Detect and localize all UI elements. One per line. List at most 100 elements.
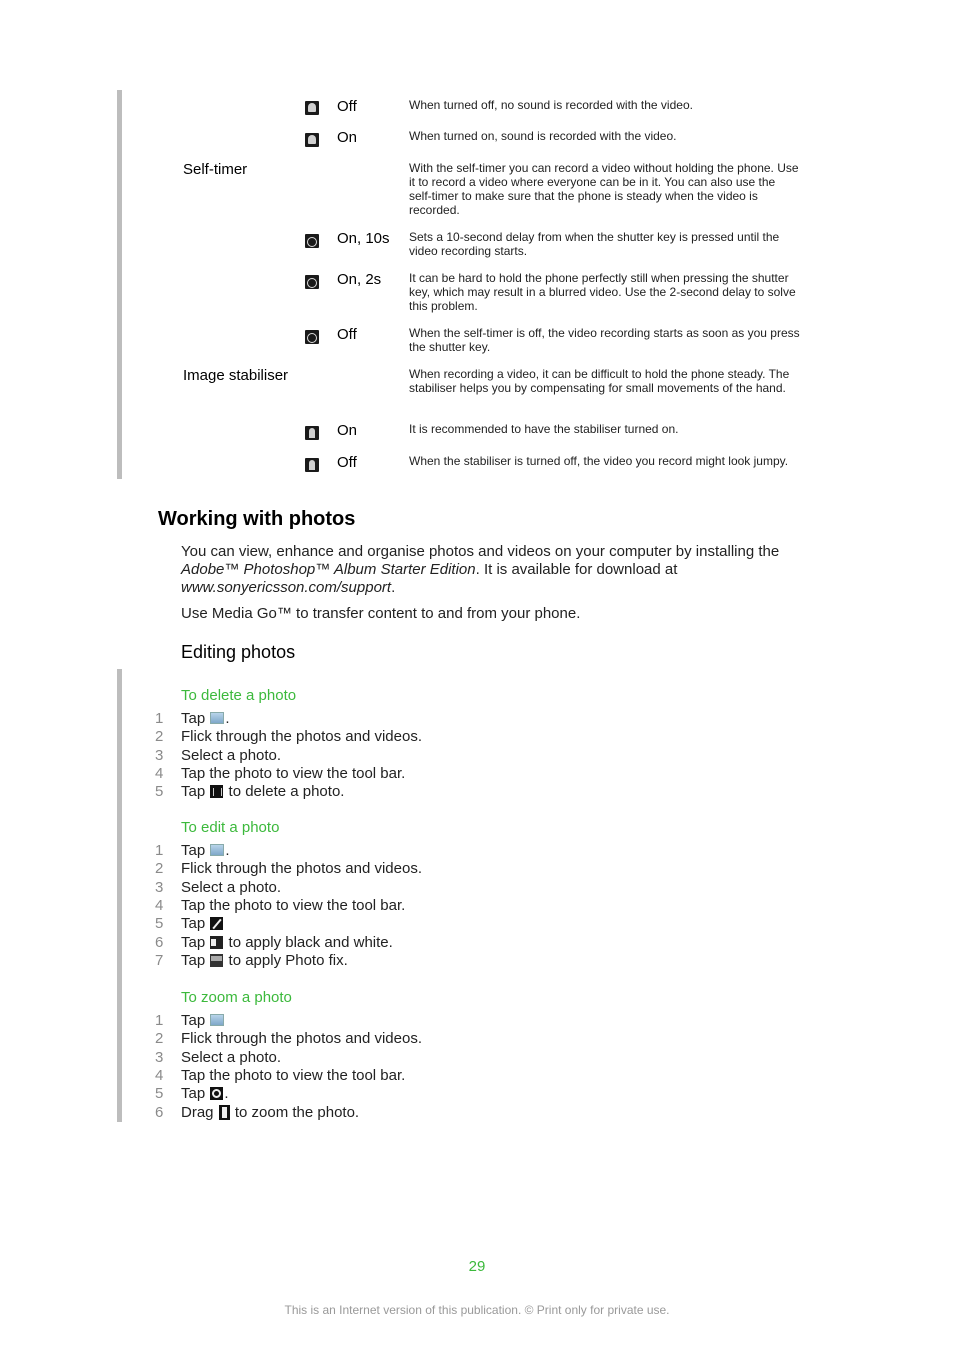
step-number: 3	[155, 1048, 164, 1066]
option-description: When the self-timer is off, the video re…	[409, 326, 800, 354]
step-number: 4	[155, 1066, 164, 1084]
step-text: Select a photo.	[181, 878, 282, 896]
step-text: Select a photo.	[181, 746, 282, 764]
step-text: to apply Photo fix.	[224, 951, 348, 969]
step-number: 2	[155, 860, 164, 878]
gallery-icon	[210, 712, 225, 724]
option-description: When turned off, no sound is recorded wi…	[409, 98, 693, 112]
step-text: Tap	[181, 933, 210, 951]
media-go-paragraph: Use Media Go™ to transfer content to and…	[181, 605, 581, 622]
step-text: Tap the photo to view the tool bar.	[181, 896, 406, 914]
step-number: 1	[155, 1012, 164, 1029]
step-text: Tap	[181, 710, 210, 727]
product-name: Adobe™ Photoshop™ Album Starter Edition	[181, 561, 476, 578]
step-number: 7	[155, 951, 164, 969]
step-item: 1 Tap .	[155, 842, 230, 860]
step-text: Flick through the photos and videos.	[181, 728, 422, 746]
step-number: 5	[155, 783, 164, 801]
step-item: 6 Drag to zoom the photo.	[155, 1104, 359, 1122]
edit-pencil-icon	[210, 917, 224, 931]
step-item: 4 Tap the photo to view the tool bar.	[155, 897, 405, 915]
step-number: 5	[155, 1085, 164, 1103]
step-item: 6 Tap to apply black and white.	[155, 934, 393, 952]
step-text: Tap	[181, 783, 210, 801]
step-number: 4	[155, 764, 164, 782]
step-text: Tap the photo to view the tool bar.	[181, 1066, 406, 1084]
step-number: 6	[155, 1103, 164, 1121]
step-text: to apply black and white.	[224, 933, 393, 951]
step-text: Tap	[181, 1085, 210, 1103]
section-title: Working with photos	[158, 508, 356, 530]
intro-text: . It is available for download at	[475, 561, 678, 578]
step-item: 2 Flick through the photos and videos.	[155, 860, 422, 878]
option-description: It can be hard to hold the phone perfect…	[409, 271, 796, 313]
stabiliser-on-icon	[305, 426, 319, 440]
intro-paragraph: You can view, enhance and organise photo…	[181, 543, 811, 597]
microphone-off-icon	[305, 101, 319, 115]
step-text: Tap	[181, 951, 210, 969]
step-number: 3	[155, 746, 164, 764]
step-item: 7 Tap to apply Photo fix.	[155, 952, 348, 970]
stabiliser-off-icon	[305, 458, 319, 472]
step-text: Tap the photo to view the tool bar.	[181, 764, 406, 782]
step-text: Flick through the photos and videos.	[181, 860, 422, 878]
step-item: 3 Select a photo.	[155, 1049, 281, 1067]
black-white-icon	[210, 935, 224, 949]
procedure-title-delete: To delete a photo	[181, 687, 297, 704]
subsection-title: Editing photos	[181, 642, 296, 662]
step-text: .	[225, 710, 230, 727]
option-label: Off	[337, 98, 357, 115]
step-text: Drag	[181, 1103, 218, 1121]
step-text: Tap	[181, 842, 210, 859]
step-text: .	[225, 842, 230, 859]
step-item: 1 Tap	[155, 1012, 225, 1030]
zoom-handle-icon	[218, 1104, 230, 1120]
gallery-icon	[210, 844, 225, 856]
step-item: 2 Flick through the photos and videos.	[155, 1030, 422, 1048]
intro-text: .	[391, 579, 396, 596]
step-number: 1	[155, 842, 164, 859]
procedure-title-zoom: To zoom a photo	[181, 989, 292, 1006]
self-timer-10s-icon	[305, 234, 319, 248]
step-number: 4	[155, 896, 164, 914]
option-label: On	[337, 129, 358, 146]
step-number: 6	[155, 933, 164, 951]
photo-fix-icon	[210, 953, 224, 967]
step-text: Tap	[181, 915, 210, 933]
step-item: 3 Select a photo.	[155, 879, 281, 897]
procedure-title-edit: To edit a photo	[181, 819, 280, 836]
table-margin-bar	[117, 90, 122, 479]
option-label: Off	[337, 326, 357, 343]
footer-notice: This is an Internet version of this publ…	[284, 1303, 670, 1317]
option-label: Off	[337, 454, 357, 471]
self-timer-off-icon	[305, 330, 319, 344]
step-number: 3	[155, 878, 164, 896]
procedure-margin-bar	[117, 669, 122, 1122]
step-text: to zoom the photo.	[230, 1103, 360, 1121]
setting-description: With the self-timer you can record a vid…	[409, 161, 799, 217]
step-item: 5 Tap to delete a photo.	[155, 783, 344, 801]
step-item: 5 Tap	[155, 915, 224, 933]
gallery-icon	[210, 1014, 225, 1026]
page-number: 29	[468, 1258, 486, 1275]
step-text: Select a photo.	[181, 1048, 282, 1066]
support-url: www.sonyericsson.com/support	[181, 579, 392, 596]
step-item: 1 Tap .	[155, 710, 230, 728]
step-number: 5	[155, 915, 164, 933]
option-label: On	[337, 422, 358, 439]
option-label: On, 2s	[337, 271, 382, 288]
trash-icon	[210, 785, 224, 799]
step-item: 2 Flick through the photos and videos.	[155, 728, 422, 746]
option-description: It is recommended to have the stabiliser…	[409, 422, 679, 436]
option-label: On, 10s	[337, 230, 390, 247]
self-timer-2s-icon	[305, 275, 319, 289]
option-description: When turned on, sound is recorded with t…	[409, 129, 677, 143]
microphone-on-icon	[305, 133, 319, 147]
step-number: 2	[155, 728, 164, 746]
setting-label-self-timer: Self-timer	[183, 161, 248, 178]
step-item: 4 Tap the photo to view the tool bar.	[155, 1067, 405, 1085]
step-number: 2	[155, 1030, 164, 1048]
intro-text: You can view, enhance and organise photo…	[181, 543, 780, 560]
step-item: 5 Tap .	[155, 1085, 229, 1103]
step-text: to delete a photo.	[224, 783, 345, 801]
